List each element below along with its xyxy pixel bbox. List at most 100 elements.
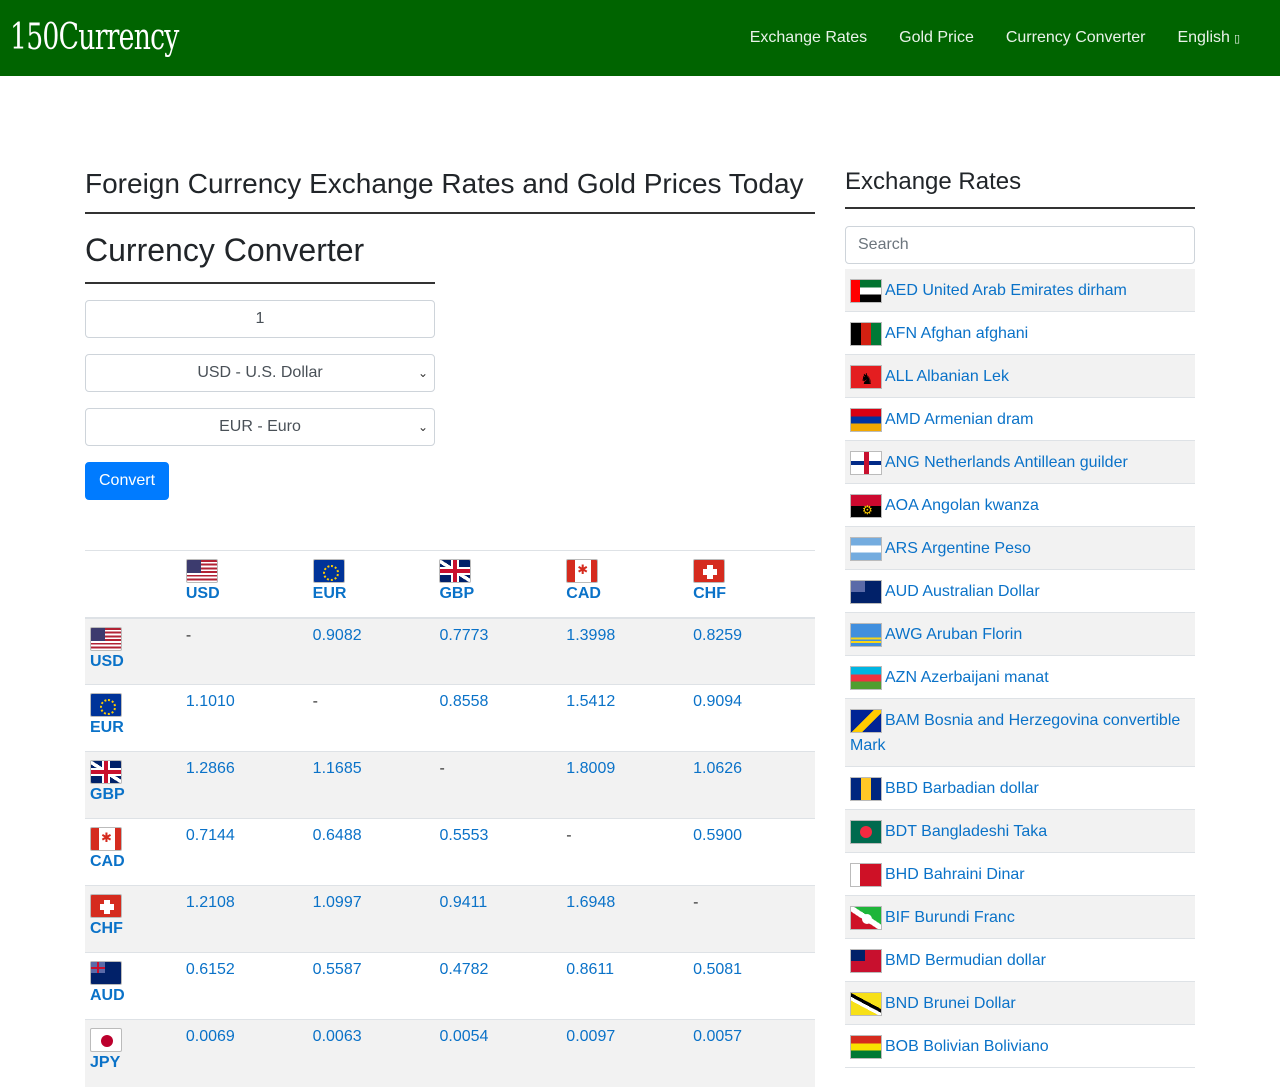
- currency-link-bdt[interactable]: BDT Bangladeshi Taka: [885, 823, 1047, 840]
- currency-link-afn[interactable]: AFN Afghan afghani: [885, 325, 1028, 342]
- rate-cell[interactable]: 1.0997: [307, 885, 435, 953]
- currency-link-ars[interactable]: ARS Argentine Peso: [885, 540, 1031, 557]
- cad-flag-icon: [90, 827, 122, 851]
- header-chf[interactable]: CHF: [688, 550, 815, 619]
- currency-link-aoa[interactable]: AOA Angolan kwanza: [885, 497, 1039, 514]
- row-currency[interactable]: CHF: [85, 885, 181, 953]
- cross-rate-table: USD EUR GBP CAD CHF USD - 0.9082 0.7773 …: [85, 550, 815, 1087]
- nav-language-dropdown[interactable]: English ▯: [1161, 21, 1256, 55]
- rate-cell[interactable]: 1.2108: [180, 885, 308, 953]
- rate-cell[interactable]: 0.5900: [688, 818, 815, 886]
- from-currency-value: USD - U.S. Dollar: [197, 364, 323, 381]
- rate-cell[interactable]: 1.1010: [180, 684, 308, 752]
- aoa-flag-icon: [850, 493, 882, 518]
- chf-flag-icon: [90, 894, 122, 918]
- rate-cell[interactable]: 0.9082: [307, 617, 435, 685]
- list-item: BHD Bahraini Dinar: [845, 853, 1195, 896]
- bbd-flag-icon: [850, 776, 882, 801]
- rate-cell[interactable]: 0.0054: [434, 1019, 562, 1087]
- rate-cell[interactable]: 0.9094: [688, 684, 815, 752]
- rate-cell[interactable]: 1.5412: [561, 684, 689, 752]
- header-usd[interactable]: USD: [180, 550, 308, 619]
- to-currency-value: EUR - Euro: [219, 418, 301, 435]
- table-row: CHF 1.2108 1.0997 0.9411 1.6948 -: [85, 885, 815, 953]
- currency-link-bam[interactable]: BAM Bosnia and Herzegovina convertible M…: [850, 712, 1180, 754]
- main-column: Foreign Currency Exchange Rates and Gold…: [85, 166, 815, 1087]
- row-currency[interactable]: USD: [85, 617, 181, 685]
- language-label: English: [1177, 29, 1230, 46]
- aud-flag-icon: [90, 961, 122, 985]
- caret-down-icon: ▯: [1233, 33, 1240, 45]
- header-gbp[interactable]: GBP: [434, 550, 562, 619]
- header-code: USD: [185, 585, 220, 602]
- currency-link-bif[interactable]: BIF Burundi Franc: [885, 909, 1015, 926]
- list-item: AMD Armenian dram: [845, 398, 1195, 441]
- rate-cell[interactable]: 1.6948: [561, 885, 689, 953]
- row-currency[interactable]: EUR: [85, 684, 181, 752]
- header-cad[interactable]: CAD: [561, 550, 689, 619]
- to-currency-select[interactable]: EUR - Euro ⌄: [85, 408, 435, 446]
- rate-cell[interactable]: 0.7144: [180, 818, 308, 886]
- page-title: Foreign Currency Exchange Rates and Gold…: [85, 166, 815, 214]
- rate-cell[interactable]: 0.9411: [434, 885, 562, 953]
- eur-flag-icon: [312, 559, 345, 583]
- rate-cell[interactable]: 0.8259: [688, 617, 815, 685]
- brand-logo[interactable]: 150Currency: [10, 20, 179, 56]
- currency-link-bhd[interactable]: BHD Bahraini Dinar: [885, 866, 1025, 883]
- currency-link-bbd[interactable]: BBD Barbadian dollar: [885, 780, 1039, 797]
- rate-cell[interactable]: 0.8558: [434, 684, 562, 752]
- currency-link-bnd[interactable]: BND Brunei Dollar: [885, 995, 1016, 1012]
- rate-cell[interactable]: 1.2866: [180, 751, 308, 819]
- header-code: EUR: [312, 585, 347, 602]
- rate-cell: -: [180, 617, 308, 685]
- list-item: BMD Bermudian dollar: [845, 939, 1195, 982]
- currency-link-bob[interactable]: BOB Bolivian Boliviano: [885, 1038, 1049, 1055]
- rate-cell[interactable]: 0.0097: [561, 1019, 689, 1087]
- converter-title: Currency Converter: [85, 230, 435, 284]
- currency-link-bmd[interactable]: BMD Bermudian dollar: [885, 952, 1046, 969]
- table-row: GBP 1.2866 1.1685 - 1.8009 1.0626: [85, 751, 815, 819]
- currency-link-aed[interactable]: AED United Arab Emirates dirham: [885, 282, 1127, 299]
- rate-cell: -: [434, 751, 562, 819]
- row-currency[interactable]: AUD: [85, 952, 181, 1020]
- rate-cell[interactable]: 0.6152: [180, 952, 308, 1020]
- nav-gold-price[interactable]: Gold Price: [883, 21, 990, 55]
- currency-link-amd[interactable]: AMD Armenian dram: [885, 411, 1034, 428]
- rate-cell[interactable]: 1.1685: [307, 751, 435, 819]
- rate-cell[interactable]: 0.7773: [434, 617, 562, 685]
- rate-cell[interactable]: 0.0057: [688, 1019, 815, 1087]
- currency-link-all[interactable]: ALL Albanian Lek: [885, 368, 1009, 385]
- rate-cell[interactable]: 0.6488: [307, 818, 435, 886]
- from-currency-select[interactable]: USD - U.S. Dollar ⌄: [85, 354, 435, 392]
- usd-flag-icon: [185, 559, 218, 583]
- row-currency[interactable]: CAD: [85, 818, 181, 886]
- rate-cell[interactable]: 1.0626: [688, 751, 815, 819]
- amount-input[interactable]: 1: [85, 300, 435, 338]
- header-code: GBP: [439, 585, 475, 602]
- list-item: BND Brunei Dollar: [845, 982, 1195, 1025]
- rate-cell[interactable]: 1.3998: [561, 617, 689, 685]
- rate-cell: -: [307, 684, 435, 752]
- rate-cell[interactable]: 0.0069: [180, 1019, 308, 1087]
- rate-cell[interactable]: 1.8009: [561, 751, 689, 819]
- row-currency[interactable]: GBP: [85, 751, 181, 819]
- rate-cell[interactable]: 0.4782: [434, 952, 562, 1020]
- list-item: ANG Netherlands Antillean guilder: [845, 441, 1195, 484]
- currency-link-ang[interactable]: ANG Netherlands Antillean guilder: [885, 454, 1128, 471]
- rate-cell[interactable]: 0.5553: [434, 818, 562, 886]
- rate-cell[interactable]: 0.5081: [688, 952, 815, 1020]
- header-eur[interactable]: EUR: [307, 550, 435, 619]
- nav-exchange-rates[interactable]: Exchange Rates: [734, 21, 883, 55]
- rate-cell[interactable]: 0.0063: [307, 1019, 435, 1087]
- currency-link-awg[interactable]: AWG Aruban Florin: [885, 626, 1022, 643]
- currency-link-azn[interactable]: AZN Azerbaijani manat: [885, 669, 1049, 686]
- rate-cell[interactable]: 0.5587: [307, 952, 435, 1020]
- jpy-flag-icon: [90, 1028, 122, 1052]
- convert-button[interactable]: Convert: [85, 462, 170, 500]
- search-input[interactable]: Search: [845, 226, 1195, 264]
- rate-cell[interactable]: 0.8611: [561, 952, 689, 1020]
- list-item: BOB Bolivian Boliviano: [845, 1025, 1195, 1068]
- row-currency[interactable]: JPY: [85, 1019, 181, 1087]
- nav-currency-converter[interactable]: Currency Converter: [990, 21, 1162, 55]
- currency-link-aud[interactable]: AUD Australian Dollar: [885, 583, 1040, 600]
